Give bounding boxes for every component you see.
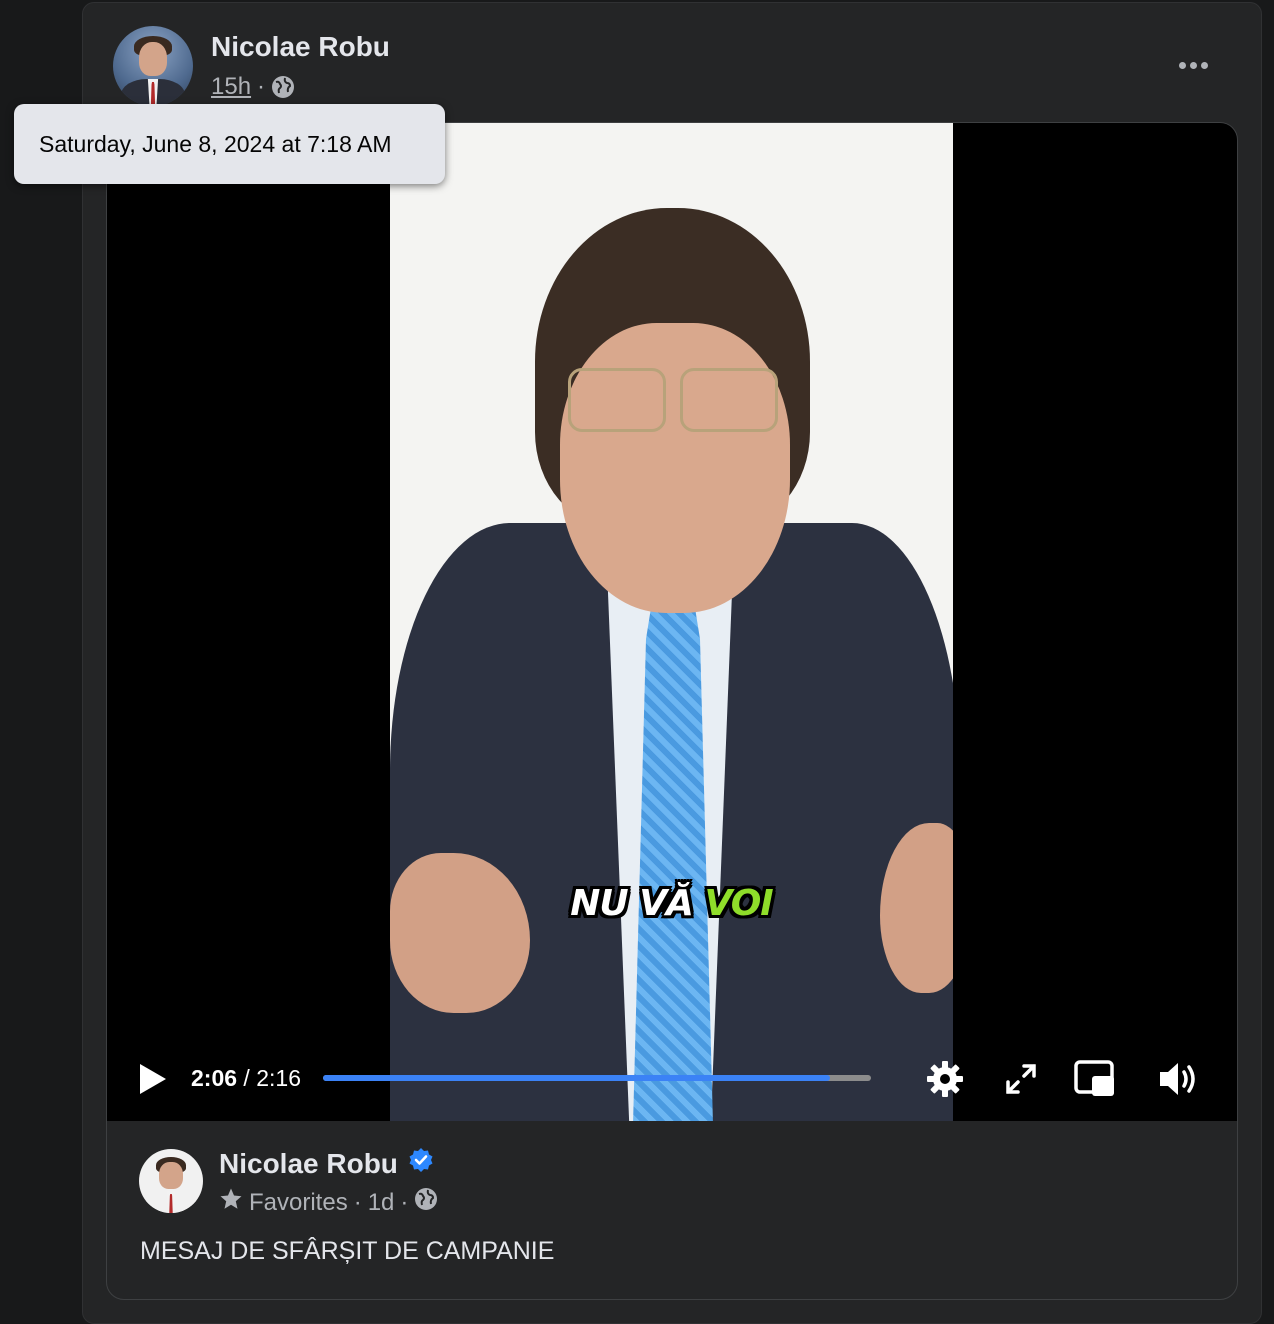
- shared-post-timestamp[interactable]: 1d: [368, 1189, 395, 1217]
- author-avatar[interactable]: [113, 26, 193, 106]
- volume-icon[interactable]: [1157, 1057, 1201, 1101]
- time-separator: /: [237, 1065, 257, 1091]
- more-dot: [1178, 61, 1186, 69]
- post-meta: 15h ·: [211, 73, 295, 101]
- audience-label: Favorites: [249, 1188, 348, 1216]
- current-time: 2:06: [191, 1065, 238, 1091]
- meta-separator: ·: [400, 1188, 409, 1216]
- caption-highlight: VOI: [704, 883, 773, 924]
- globe-icon[interactable]: [271, 75, 295, 99]
- shared-post: NU VĂ VOI 2:06 / 2:16 Nicolae Robu Favor…: [106, 122, 1238, 1300]
- author-name[interactable]: Nicolae Robu: [211, 31, 390, 63]
- video-controls: 2:06 / 2:16: [107, 1043, 1237, 1113]
- shared-author-name-row: Nicolae Robu: [219, 1147, 434, 1180]
- caption-text: NU VĂ: [570, 883, 694, 924]
- progress-bar[interactable]: [323, 1075, 871, 1081]
- meta-separator: ·: [257, 73, 266, 100]
- video-frame[interactable]: NU VĂ VOI: [390, 123, 953, 1121]
- globe-icon[interactable]: [414, 1187, 438, 1218]
- more-dot: [1200, 61, 1208, 69]
- shared-post-header: Nicolae Robu Favorites · 1d · MESAJ DE S…: [107, 1121, 1237, 1299]
- tooltip-text: Saturday, June 8, 2024 at 7:18 AM: [39, 130, 392, 157]
- shared-post-text: MESAJ DE SFÂRȘIT DE CAMPANIE: [140, 1237, 555, 1265]
- more-dot: [1189, 61, 1197, 69]
- more-options-button[interactable]: [1171, 47, 1215, 83]
- shared-author-name[interactable]: Nicolae Robu: [219, 1148, 398, 1180]
- duration: 2:16: [256, 1065, 301, 1091]
- star-icon: [219, 1187, 243, 1218]
- picture-in-picture-icon[interactable]: [1073, 1057, 1117, 1101]
- shared-author-avatar[interactable]: [139, 1149, 203, 1213]
- play-icon[interactable]: [135, 1062, 169, 1096]
- post-timestamp[interactable]: 15h: [211, 73, 251, 101]
- video-timecode: 2:06 / 2:16: [191, 1065, 301, 1092]
- progress-fill: [323, 1075, 831, 1081]
- verified-badge-icon: [408, 1147, 434, 1180]
- video-player[interactable]: NU VĂ VOI 2:06 / 2:16: [107, 123, 1237, 1121]
- shared-post-meta: Favorites · 1d ·: [219, 1187, 438, 1218]
- meta-separator: ·: [353, 1188, 362, 1216]
- fullscreen-icon[interactable]: [999, 1057, 1043, 1101]
- settings-icon[interactable]: [923, 1057, 967, 1101]
- timestamp-tooltip: Saturday, June 8, 2024 at 7:18 AM: [14, 104, 445, 184]
- video-caption: NU VĂ VOI: [390, 883, 953, 924]
